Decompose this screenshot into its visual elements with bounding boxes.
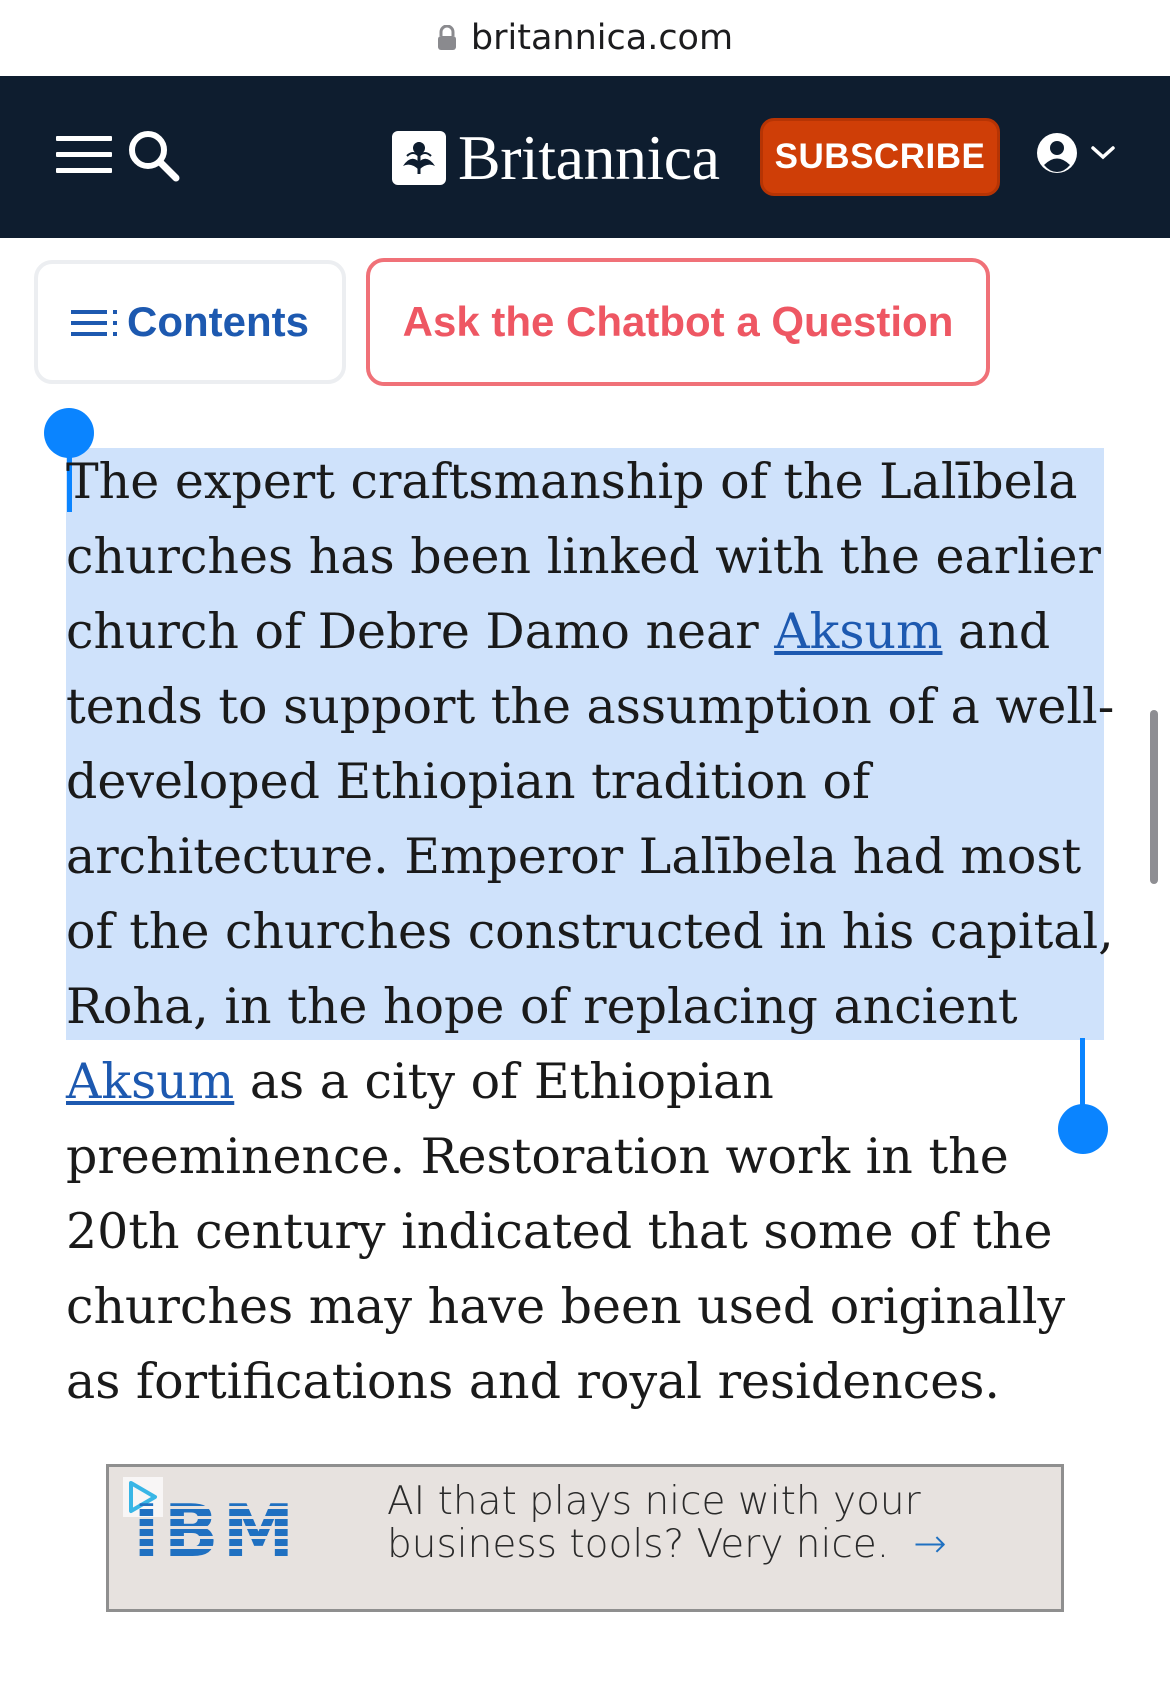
aksum-link[interactable]: Aksum	[66, 1053, 234, 1110]
ask-chatbot-button[interactable]: Ask the Chatbot a Question	[366, 258, 990, 386]
britannica-logo-icon	[392, 131, 446, 185]
article-body: The expert craftsmanship of the Lalībela…	[66, 444, 1126, 1419]
brand-name: Britannica	[458, 122, 720, 193]
article-toolbar: Contents Ask the Chatbot a Question	[0, 238, 1170, 404]
contents-label: Contents	[127, 298, 309, 345]
url-text: britannica.com	[470, 18, 734, 58]
article-paragraph: The expert craftsmanship of the Lalībela…	[66, 444, 1126, 1419]
account-menu[interactable]	[1036, 132, 1116, 179]
site-header: Britannica SUBSCRIBE	[0, 76, 1170, 238]
scrollbar[interactable]	[1150, 710, 1158, 884]
chevron-down-icon	[1090, 144, 1116, 167]
menu-icon[interactable]	[56, 136, 112, 178]
account-icon	[1036, 132, 1078, 179]
search-icon[interactable]	[126, 128, 182, 189]
ibm-logo: IBM	[133, 1489, 299, 1573]
address-bar[interactable]: britannica.com	[0, 0, 1170, 76]
lock-icon	[437, 20, 457, 60]
arrow-right-icon: →	[913, 1521, 947, 1567]
subscribe-button[interactable]: SUBSCRIBE	[760, 118, 1000, 196]
aksum-link[interactable]: Aksum	[774, 603, 942, 660]
contents-list-icon	[71, 300, 121, 348]
selection-end-caret	[1080, 1038, 1085, 1106]
selection-end-handle[interactable]	[1058, 1104, 1108, 1154]
paragraph-text: and tends to support the assumption of a…	[66, 603, 1115, 1035]
ad-copy: AI that plays nice with your business to…	[387, 1479, 921, 1567]
brand-logo[interactable]: Britannica	[392, 126, 720, 190]
advertisement-banner[interactable]: IBM AI that plays nice with your busines…	[106, 1464, 1064, 1612]
contents-button[interactable]: Contents	[34, 260, 346, 384]
ad-text: AI that plays nice with your business to…	[387, 1481, 1047, 1566]
